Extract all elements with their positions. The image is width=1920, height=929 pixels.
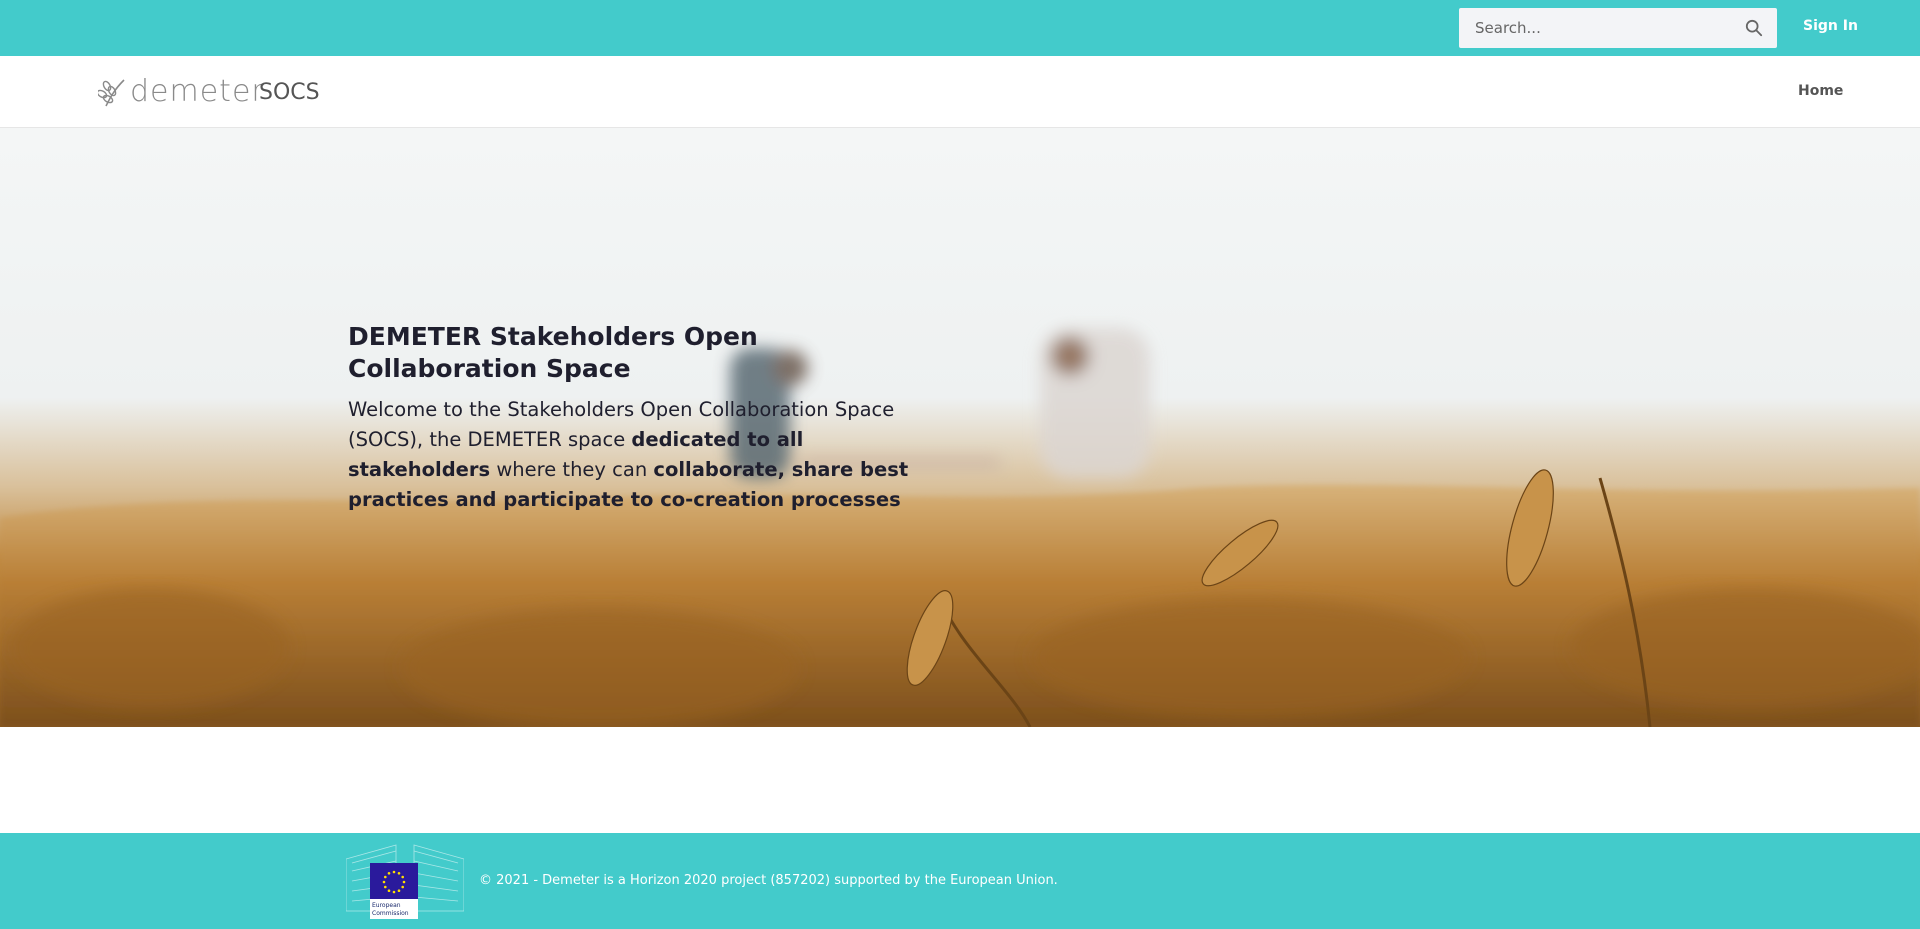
footer: European Commission © 2021 - Demeter is … bbox=[0, 833, 1920, 929]
wheat-icon bbox=[98, 79, 125, 107]
eu-label-commission: Commission bbox=[372, 910, 409, 917]
nav-home-link[interactable]: Home bbox=[1798, 83, 1843, 99]
hero-content: DEMETER Stakeholders Open Collaboration … bbox=[348, 321, 928, 515]
hero-banner: DEMETER Stakeholders Open Collaboration … bbox=[0, 128, 1920, 727]
hero-description: Welcome to the Stakeholders Open Collabo… bbox=[348, 395, 928, 515]
eu-label-european: European bbox=[372, 902, 401, 909]
search-icon[interactable] bbox=[1745, 19, 1763, 37]
logo-text: demeter bbox=[130, 74, 265, 109]
nav-bar: demeter SOCS Home bbox=[0, 56, 1920, 128]
footer-copyright: © 2021 - Demeter is a Horizon 2020 proje… bbox=[479, 873, 1058, 888]
hero-description-part-2: where they can bbox=[490, 458, 654, 481]
demeter-logo[interactable]: demeter bbox=[98, 72, 265, 112]
site-brand[interactable]: SOCS bbox=[259, 80, 320, 105]
hero-title: DEMETER Stakeholders Open Collaboration … bbox=[348, 322, 758, 383]
hero-description-part-1: Welcome to the Stakeholders Open Collabo… bbox=[348, 398, 895, 451]
wheat-field-image bbox=[0, 328, 1920, 727]
european-commission-logo: European Commission bbox=[346, 844, 464, 919]
sign-in-link[interactable]: Sign In bbox=[1803, 18, 1858, 34]
search-box bbox=[1459, 8, 1777, 48]
top-bar: Sign In bbox=[0, 0, 1920, 56]
search-input[interactable] bbox=[1459, 8, 1739, 48]
